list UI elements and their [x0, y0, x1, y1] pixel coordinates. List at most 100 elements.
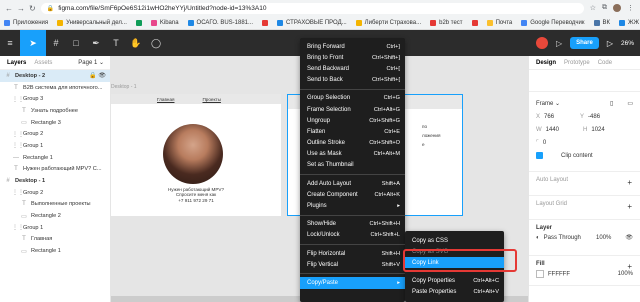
context-menu-item[interactable]: Lock/Unlock Ctrl+Shift+L — [300, 230, 405, 241]
tab-assets[interactable]: Assets — [34, 60, 52, 66]
layer-row[interactable]: T Выполненные проекты — [0, 199, 110, 211]
bookmark-item[interactable] — [135, 19, 142, 26]
layer-row[interactable]: T B2B система для ипотечного... — [0, 82, 110, 94]
address-bar[interactable]: 🔒 figma.com/file/SmF6pOe6S12i1wHO2heYYj/… — [40, 2, 584, 14]
bookmark-item[interactable] — [471, 19, 478, 26]
layer-row[interactable]: ▭ Rectangle 1 — [0, 245, 110, 257]
tab-layers[interactable]: Layers — [7, 60, 26, 66]
submenu-item[interactable]: Copy Properties Ctrl+Alt+C — [405, 275, 504, 286]
w-field[interactable]: W 1440 — [536, 127, 559, 133]
clip-checkbox[interactable] — [536, 152, 543, 159]
context-menu-item[interactable]: Use as Mask Ctrl+Alt+M — [300, 149, 405, 160]
extensions-icon[interactable]: ⧉ — [602, 4, 607, 12]
share-button[interactable]: Share — [570, 37, 599, 49]
layer-row[interactable]: ▭ Rectangle 3 — [0, 117, 110, 129]
layer-row[interactable]: ⋮⋮ Group 2 — [0, 187, 110, 199]
bookmark-item[interactable]: Почта — [486, 19, 512, 26]
x-field[interactable]: X 766 — [536, 114, 554, 120]
context-menu-item[interactable]: Send to Back Ctrl+Shift+[ — [300, 75, 405, 86]
layer-row[interactable]: T Главная — [0, 234, 110, 246]
profile-avatar[interactable] — [613, 4, 621, 12]
bookmark-item[interactable]: Google Переводчик — [521, 19, 585, 26]
layer-row[interactable]: ⋮⋮ Group 1 — [0, 140, 110, 152]
portrait-icon[interactable]: ▯ — [610, 100, 613, 107]
context-menu-item[interactable]: Group Selection Ctrl+G — [300, 93, 405, 104]
layer-row[interactable]: ▭ Rectangle 2 — [0, 210, 110, 222]
frame-type-dropdown[interactable]: Frame ⌄ — [536, 100, 560, 107]
reload-icon[interactable]: ↻ — [29, 4, 36, 13]
layer-row[interactable]: # Desktop - 2 🔒 👁 — [0, 70, 110, 82]
bookmark-item[interactable]: Либерти Страхова... — [355, 19, 421, 26]
context-menu-item[interactable]: Show/Hide Ctrl+Shift+H — [300, 219, 405, 230]
context-menu-item[interactable]: Frame Selection Ctrl+Alt+G — [300, 104, 405, 115]
context-menu-item[interactable]: Bring Forward Ctrl+] — [300, 41, 405, 52]
layer-visibility-icon[interactable]: 🔒 👁 — [89, 72, 106, 79]
frame-label[interactable]: Desktop - 1 — [111, 84, 137, 90]
context-menu-item[interactable]: Flip Horizontal Shift+H — [300, 248, 405, 259]
bookmark-item[interactable]: Универсальный дел... — [57, 19, 127, 26]
zoom-level[interactable]: 26% — [621, 40, 634, 47]
bookmark-item[interactable]: Приложения — [4, 19, 48, 26]
shape-tool-icon[interactable]: □ — [66, 30, 86, 56]
context-menu-item[interactable]: Create Component Ctrl+Alt+K — [300, 189, 405, 200]
context-menu-item[interactable]: Flatten Ctrl+E — [300, 126, 405, 137]
submenu-item[interactable]: Paste Properties Ctrl+Alt+V — [405, 286, 504, 297]
layer-row[interactable]: T Нужен работающий MPV? C... — [0, 164, 110, 176]
user-avatar[interactable] — [535, 37, 548, 49]
add-auto-layout-icon[interactable]: + — [627, 178, 632, 187]
context-menu-item[interactable]: Set as Thumbnail — [300, 160, 405, 171]
forward-icon[interactable]: → — [17, 4, 25, 13]
bookmark-item[interactable] — [262, 19, 269, 26]
visibility-icon[interactable]: 👁 — [625, 234, 633, 241]
layer-row[interactable]: ⋮⋮ Group 1 — [0, 222, 110, 234]
layer-row[interactable]: T Узнать подробнее — [0, 105, 110, 117]
layer-row[interactable]: ⋮⋮ Group 2 — [0, 128, 110, 140]
bookmark-item[interactable]: b2b тест — [430, 19, 463, 26]
radius-field[interactable]: ⌜ 0 — [536, 139, 546, 146]
fill-color[interactable]: FFFFFF — [536, 269, 570, 278]
tab-code[interactable]: Code — [598, 60, 612, 66]
landscape-icon[interactable]: ▭ — [627, 100, 633, 107]
add-fill-icon[interactable]: + — [627, 262, 632, 271]
y-field[interactable]: Y -486 — [580, 114, 600, 120]
text-tool-icon[interactable]: T — [106, 30, 126, 56]
context-menu-item[interactable]: Copy/Paste ▸ — [300, 277, 405, 289]
context-menu-item[interactable]: Ungroup Ctrl+Shift+G — [300, 115, 405, 126]
context-menu-item[interactable]: Send Backward Ctrl+[ — [300, 63, 405, 74]
opacity-value[interactable]: 100% — [596, 235, 611, 241]
frame-tool-icon[interactable]: # — [46, 30, 66, 56]
frame-desktop-1[interactable]: Главная Проекты Нужен работающий MPV? Сп… — [111, 94, 281, 216]
menu-icon[interactable]: ⋮ — [627, 4, 634, 12]
context-menu-item[interactable]: Bring to Front Ctrl+Shift+] — [300, 52, 405, 63]
bookmark-item[interactable]: ОСАГО. BUS-1881... — [187, 19, 253, 26]
layer-row[interactable]: ⋮⋮ Group 3 — [0, 93, 110, 105]
fill-swatch[interactable] — [536, 269, 544, 278]
h-field[interactable]: H 1024 — [583, 127, 605, 133]
bookmark-item[interactable]: ВК — [593, 19, 610, 26]
bookmark-item[interactable]: ЖЖ — [619, 19, 639, 26]
layer-row[interactable]: # Desktop - 1 — [0, 175, 110, 187]
page-selector[interactable]: Page 1 ⌄ — [78, 59, 104, 66]
layer-row[interactable]: — Rectangle 1 — [0, 152, 110, 164]
bookmark-item[interactable]: Kibana — [150, 19, 179, 26]
context-menu-item[interactable]: Add Auto Layout Shift+A — [300, 178, 405, 189]
tab-prototype[interactable]: Prototype — [564, 60, 590, 66]
play-icon[interactable]: ▷ — [607, 39, 613, 48]
context-menu-item[interactable]: Outline Stroke Ctrl+Shift+O — [300, 138, 405, 149]
move-tool-icon[interactable]: ➤ — [20, 30, 46, 56]
hand-tool-icon[interactable]: ✋ — [126, 30, 146, 56]
add-grid-icon[interactable]: + — [627, 202, 632, 211]
star-icon[interactable]: ☆ — [590, 4, 596, 12]
present-icon[interactable]: ▷ — [556, 39, 562, 48]
back-icon[interactable]: ← — [5, 4, 13, 13]
pen-tool-icon[interactable]: ✒ — [86, 30, 106, 56]
blend-mode[interactable]: Pass Through — [544, 235, 581, 241]
fill-opacity[interactable]: 100% — [618, 271, 633, 277]
context-menu-item[interactable]: Flip Vertical Shift+V — [300, 259, 405, 270]
tab-design[interactable]: Design — [536, 60, 556, 66]
comment-tool-icon[interactable]: ◯ — [146, 30, 166, 56]
bookmark-item[interactable]: СТРАХОВЫЕ ПРОД... — [277, 19, 347, 26]
context-menu-item[interactable]: Plugins ▸ — [300, 200, 405, 211]
main-menu-icon[interactable]: ≡ — [0, 30, 20, 56]
submenu-item[interactable]: Copy as CSS — [405, 235, 504, 246]
